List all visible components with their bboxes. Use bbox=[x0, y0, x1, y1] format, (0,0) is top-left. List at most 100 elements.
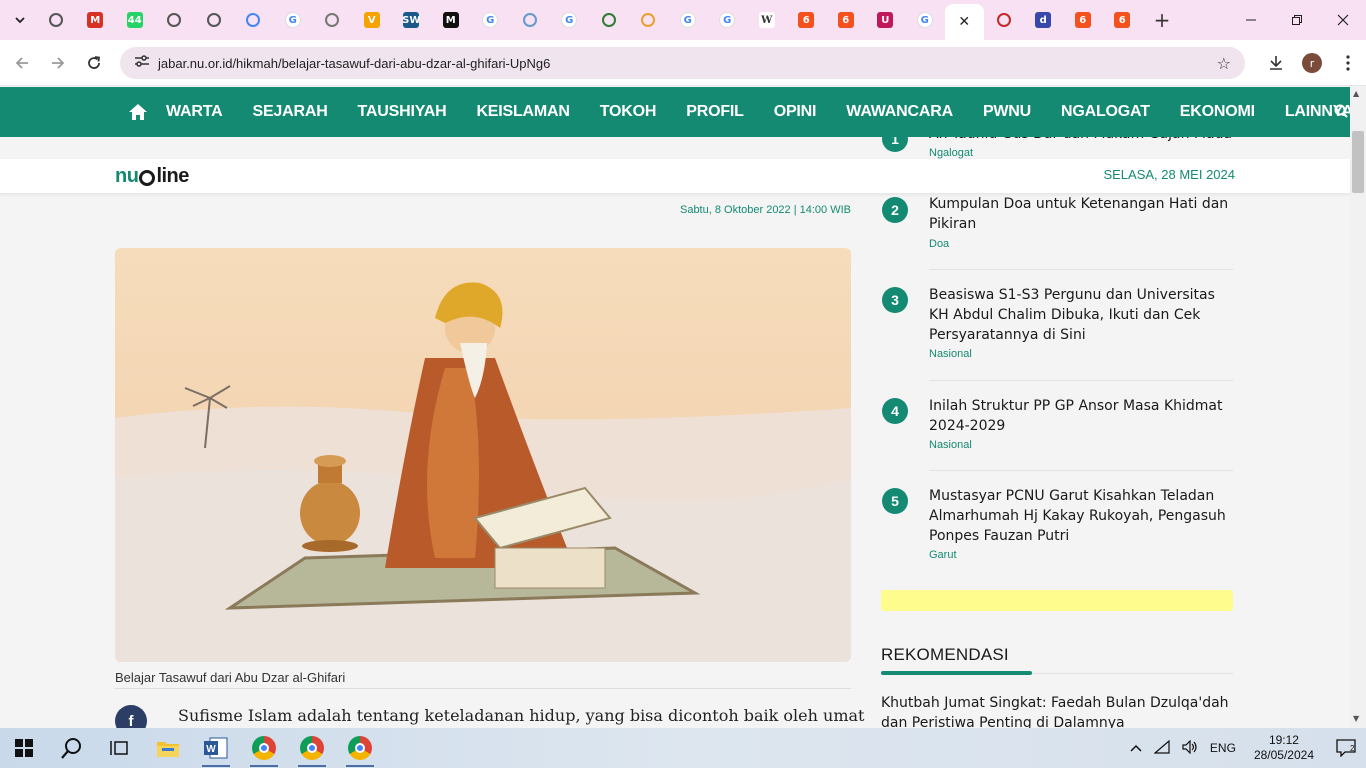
google-icon: G bbox=[719, 12, 736, 28]
popular-item-category[interactable]: Doa bbox=[929, 238, 949, 250]
browser-tab[interactable] bbox=[36, 4, 76, 36]
popular-item-category[interactable]: Garut bbox=[929, 549, 957, 561]
back-button[interactable] bbox=[4, 45, 40, 81]
minimize-button[interactable] bbox=[1228, 0, 1274, 40]
chrome-icon bbox=[48, 13, 63, 27]
forward-button[interactable] bbox=[40, 45, 76, 81]
scroll-down-icon[interactable]: ▼ bbox=[1353, 714, 1359, 723]
google-icon: G bbox=[284, 12, 301, 28]
browser-tab[interactable] bbox=[510, 4, 550, 36]
notification-button[interactable]: 2 bbox=[1326, 728, 1366, 768]
nav-item-taushiyah[interactable]: TAUSHIYAH bbox=[358, 103, 447, 121]
volume-icon[interactable] bbox=[1182, 739, 1198, 757]
browser-tab[interactable]: 6 bbox=[787, 4, 827, 36]
divider bbox=[929, 269, 1233, 270]
chrome-button-2[interactable] bbox=[336, 728, 384, 768]
browser-tab[interactable]: G bbox=[273, 4, 313, 36]
file-explorer-button[interactable] bbox=[144, 728, 192, 768]
popular-item-title[interactable]: Kumpulan Doa untuk Ketenangan Hati dan P… bbox=[929, 194, 1233, 234]
taskbar-search-button[interactable] bbox=[48, 728, 96, 768]
browser-tab[interactable] bbox=[589, 4, 629, 36]
address-bar[interactable]: jabar.nu.or.id/hikmah/belajar-tasawuf-da… bbox=[120, 47, 1245, 79]
new-tab-button[interactable]: + bbox=[1148, 6, 1176, 34]
popular-item-category[interactable]: Nasional bbox=[929, 348, 972, 360]
nav-item-profil[interactable]: PROFIL bbox=[686, 103, 744, 121]
restore-button[interactable] bbox=[1274, 0, 1320, 40]
menu-button[interactable] bbox=[1330, 45, 1366, 81]
bookmark-star-icon[interactable]: ☆ bbox=[1217, 54, 1231, 73]
browser-tab[interactable]: 6 bbox=[1063, 4, 1103, 36]
browser-tab[interactable]: 6 bbox=[1103, 4, 1143, 36]
ad-banner[interactable] bbox=[881, 590, 1233, 611]
image-caption: Belajar Tasawuf dari Abu Dzar al-Ghifari bbox=[115, 670, 346, 685]
clock[interactable]: 19:12 28/05/2024 bbox=[1254, 733, 1314, 763]
browser-tab[interactable] bbox=[194, 4, 234, 36]
popular-item-category[interactable]: Nasional bbox=[929, 439, 972, 451]
browser-tab[interactable]: G bbox=[550, 4, 590, 36]
search-icon bbox=[522, 13, 537, 27]
nu-online-logo[interactable]: nu line bbox=[115, 165, 189, 188]
browser-tab[interactable] bbox=[629, 4, 669, 36]
kebab-menu-icon bbox=[1346, 55, 1350, 71]
chrome-button[interactable] bbox=[240, 728, 288, 768]
browser-tab[interactable]: M bbox=[431, 4, 471, 36]
tab-search-button[interactable] bbox=[8, 8, 32, 32]
language-indicator[interactable]: ENG bbox=[1210, 741, 1236, 755]
globe-icon bbox=[167, 13, 182, 27]
browser-tab[interactable]: d bbox=[1024, 4, 1064, 36]
browser-tab[interactable]: SW bbox=[392, 4, 432, 36]
site-info-icon[interactable] bbox=[134, 54, 152, 72]
browser-tab[interactable] bbox=[234, 4, 274, 36]
browser-tab[interactable]: W bbox=[747, 4, 787, 36]
nav-item-warta[interactable]: WARTA bbox=[166, 103, 223, 121]
nav-item-ekonomi[interactable]: EKONOMI bbox=[1180, 103, 1255, 121]
nav-item-opini[interactable]: OPINI bbox=[774, 103, 817, 121]
browser-tab[interactable] bbox=[984, 4, 1024, 36]
six-icon: 6 bbox=[1074, 12, 1091, 28]
google-icon: G bbox=[482, 12, 499, 28]
popular-item-title[interactable]: Inilah Struktur PP GP Ansor Masa Khidmat… bbox=[929, 396, 1233, 436]
browser-tab[interactable]: 44 bbox=[115, 4, 155, 36]
tray-chevron-icon[interactable] bbox=[1130, 741, 1142, 755]
home-button[interactable] bbox=[128, 101, 148, 123]
browser-tab[interactable]: 6 bbox=[826, 4, 866, 36]
nav-item-tokoh[interactable]: TOKOH bbox=[600, 103, 657, 121]
sub-header: nu line SELASA, 28 MEI 2024 bbox=[0, 159, 1350, 194]
browser-tab[interactable] bbox=[155, 4, 195, 36]
word-button[interactable]: W bbox=[192, 728, 240, 768]
reload-button[interactable] bbox=[76, 45, 112, 81]
browser-tab[interactable]: M bbox=[76, 4, 116, 36]
six-icon: 6 bbox=[837, 12, 854, 28]
profile-button[interactable]: r bbox=[1294, 45, 1330, 81]
browser-tab[interactable]: G bbox=[471, 4, 511, 36]
browser-tab[interactable]: ✕ bbox=[944, 4, 984, 40]
start-button[interactable] bbox=[0, 728, 48, 768]
wifi-icon[interactable] bbox=[1153, 739, 1170, 757]
nav-item-pwnu[interactable]: PWNU bbox=[983, 103, 1031, 121]
search-button[interactable] bbox=[1334, 103, 1350, 122]
download-button[interactable] bbox=[1258, 45, 1294, 81]
chrome-profile-button[interactable] bbox=[288, 728, 336, 768]
scrollbar-thumb[interactable] bbox=[1352, 131, 1364, 193]
nav-item-wawancara[interactable]: WAWANCARA bbox=[846, 103, 953, 121]
nav-item-keislaman[interactable]: KEISLAMAN bbox=[476, 103, 570, 121]
browser-tab[interactable]: V bbox=[352, 4, 392, 36]
browser-tab[interactable]: G bbox=[708, 4, 748, 36]
nav-item-sejarah[interactable]: SEJARAH bbox=[252, 103, 327, 121]
url-text[interactable]: jabar.nu.or.id/hikmah/belajar-tasawuf-da… bbox=[158, 56, 550, 71]
close-icon[interactable]: ✕ bbox=[958, 14, 970, 30]
rekomendasi-item[interactable]: Khutbah Jumat Singkat: Faedah Bulan Dzul… bbox=[881, 693, 1233, 733]
gmail-icon: M bbox=[87, 12, 104, 28]
browser-tab[interactable]: U bbox=[866, 4, 906, 36]
popular-item-title[interactable]: Beasiswa S1-S3 Pergunu dan Universitas K… bbox=[929, 285, 1233, 345]
popular-item-title[interactable]: Mustasyar PCNU Garut Kisahkan Teladan Al… bbox=[929, 486, 1233, 546]
browser-tab[interactable] bbox=[313, 4, 353, 36]
u-icon: U bbox=[877, 12, 894, 28]
popular-item-category[interactable]: Ngalogat bbox=[929, 147, 973, 159]
scroll-up-icon[interactable]: ▲ bbox=[1353, 89, 1359, 98]
browser-tab[interactable]: G bbox=[905, 4, 945, 36]
task-view-button[interactable] bbox=[96, 728, 144, 768]
close-window-button[interactable] bbox=[1320, 0, 1366, 40]
nav-item-ngalogat[interactable]: NGALOGAT bbox=[1061, 103, 1150, 121]
browser-tab[interactable]: G bbox=[668, 4, 708, 36]
